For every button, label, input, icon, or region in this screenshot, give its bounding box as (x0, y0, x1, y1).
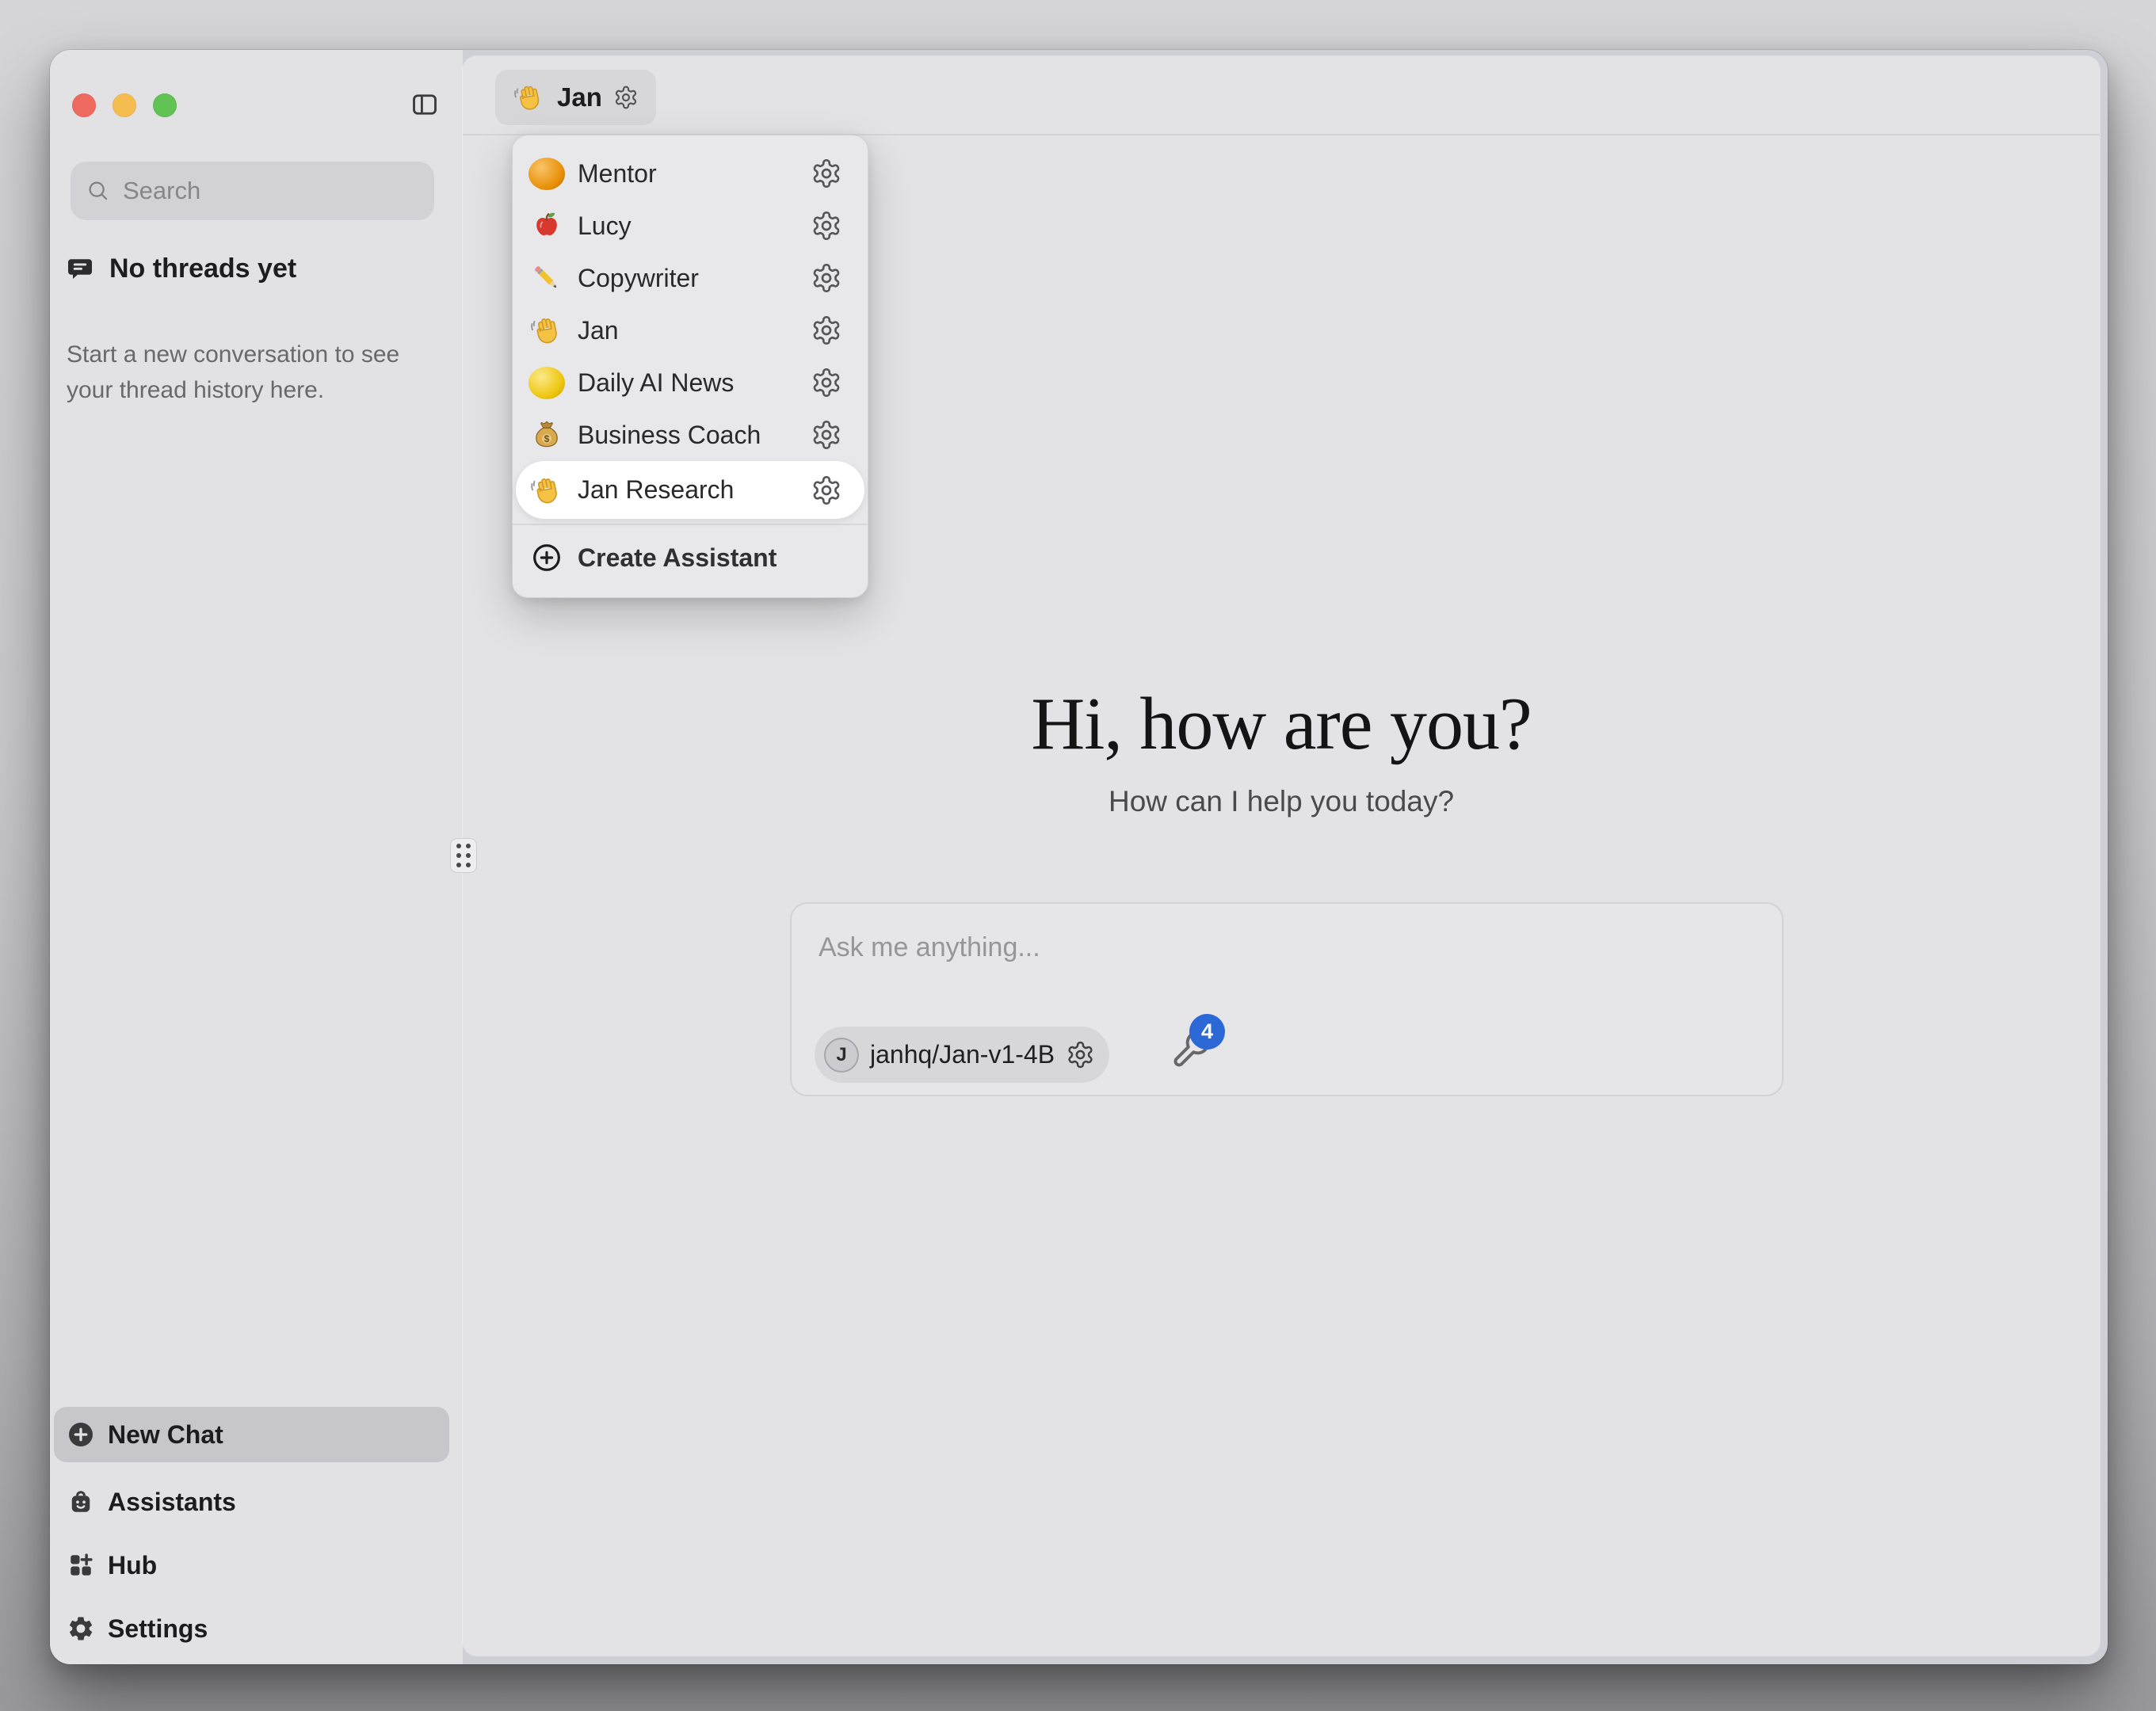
threads-empty-state: No threads yet (65, 253, 296, 284)
sidebar-toggle-icon[interactable] (410, 90, 439, 119)
speech-bubble-icon (65, 255, 95, 284)
gear-icon[interactable] (811, 262, 842, 294)
sidebar-item-label: Hub (108, 1551, 157, 1580)
sidebar-item-assistants[interactable]: Assistants (54, 1474, 449, 1530)
sidebar-item-label: New Chat (108, 1420, 223, 1450)
sidebar-item-settings[interactable]: Settings (54, 1601, 449, 1656)
grid-plus-icon (54, 1551, 108, 1580)
model-avatar: J (824, 1038, 859, 1073)
chat-input[interactable] (817, 926, 1530, 969)
gear-icon[interactable] (811, 158, 842, 189)
close-button[interactable] (72, 93, 96, 117)
menu-item-copywriter[interactable]: Copywriter (516, 252, 864, 304)
yellow-circle-emoji (516, 367, 578, 399)
menu-item-jan-research[interactable]: Jan Research (516, 461, 864, 519)
minimize-button[interactable] (113, 93, 136, 117)
model-selector-button[interactable]: J janhq/Jan-v1-4B (815, 1027, 1109, 1083)
greeting-title: Hi, how are you? (463, 680, 2100, 768)
active-assistant-name: Jan (557, 82, 602, 112)
waving-hand-emoji (516, 313, 578, 348)
menu-item-daily-ai-news[interactable]: Daily AI News (516, 356, 864, 409)
menu-item-jan[interactable]: Jan (516, 304, 864, 356)
assistant-selector-button[interactable]: Jan (495, 70, 656, 125)
search-field[interactable] (71, 162, 434, 220)
sidebar: No threads yet Start a new conversation … (50, 50, 463, 1664)
main-header: Jan (463, 56, 2100, 135)
gear-icon (54, 1614, 108, 1643)
waving-hand-emoji (513, 81, 546, 114)
menu-item-business-coach[interactable]: Business Coach (516, 409, 864, 461)
search-icon (86, 179, 110, 203)
create-assistant-button[interactable]: Create Assistant (513, 532, 868, 584)
search-input[interactable] (121, 176, 418, 206)
gear-icon[interactable] (811, 367, 842, 398)
menu-separator (513, 524, 868, 525)
zoom-button[interactable] (153, 93, 177, 117)
sidebar-resize-handle[interactable] (450, 838, 477, 873)
assistant-menu: Mentor Lucy Copywriter Jan (512, 135, 868, 598)
model-name: janhq/Jan-v1-4B (870, 1040, 1055, 1069)
desktop: No threads yet Start a new conversation … (0, 0, 2156, 1711)
red-apple-emoji (516, 208, 578, 243)
gear-icon[interactable] (811, 210, 842, 242)
robot-icon (54, 1488, 108, 1516)
main-panel: Jan Mentor Lucy Copywriter (463, 56, 2100, 1656)
threads-empty-title: No threads yet (109, 253, 296, 284)
model-settings-gear-icon[interactable] (1066, 1040, 1095, 1069)
gear-icon[interactable] (811, 314, 842, 346)
sidebar-item-label: Settings (108, 1614, 208, 1644)
chat-composer[interactable]: J janhq/Jan-v1-4B 4 (790, 902, 1784, 1096)
plus-circle-icon (516, 542, 578, 574)
sidebar-item-new-chat[interactable]: New Chat (54, 1407, 449, 1462)
sidebar-item-label: Assistants (108, 1488, 236, 1517)
waving-hand-emoji (516, 473, 578, 508)
sidebar-item-hub[interactable]: Hub (54, 1538, 449, 1593)
gear-icon[interactable] (811, 474, 842, 506)
gear-icon[interactable] (811, 419, 842, 451)
greeting-subtitle: How can I help you today? (463, 783, 2100, 820)
orange-circle-emoji (516, 158, 578, 190)
pencil-emoji (516, 261, 578, 295)
money-bag-emoji (516, 417, 578, 452)
jan-app-window: No threads yet Start a new conversation … (50, 50, 2108, 1664)
plus-circle-icon (54, 1420, 108, 1449)
menu-item-mentor[interactable]: Mentor (516, 147, 864, 200)
menu-item-lucy[interactable]: Lucy (516, 200, 864, 252)
assistant-settings-gear-icon[interactable] (613, 85, 639, 110)
threads-empty-description: Start a new conversation to see your thr… (67, 337, 399, 408)
tools-count-badge: 4 (1189, 1014, 1225, 1050)
